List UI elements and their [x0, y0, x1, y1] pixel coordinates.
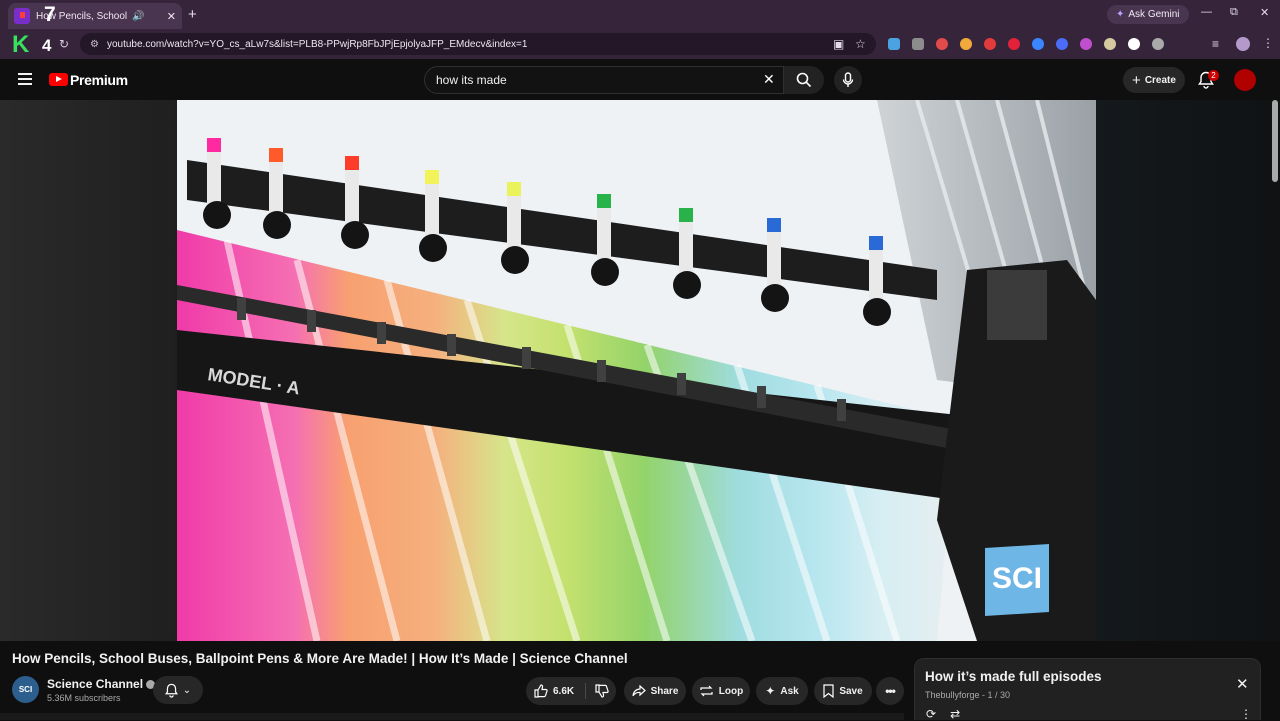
extension-icon[interactable]: [1128, 38, 1140, 50]
thumbs-down-icon: [595, 684, 609, 698]
reading-list-icon[interactable]: ≡: [1212, 37, 1219, 51]
subscription-bell-button[interactable]: ⌄: [153, 676, 203, 704]
playlist-shuffle-icon[interactable]: ⇄: [950, 707, 960, 721]
clear-search-icon[interactable]: ✕: [763, 71, 775, 88]
url-text: youtube.com/watch?v=YO_cs_aLw7s&list=PLB…: [106, 38, 528, 50]
video-frame-image: MODEL · A SCI: [177, 100, 1096, 641]
save-label: Save: [839, 685, 863, 697]
share-icon: [631, 685, 646, 697]
page-scrollbar-thumb[interactable]: [1272, 100, 1278, 182]
loop-button[interactable]: Loop: [692, 677, 750, 705]
thumbs-up-icon: [534, 684, 548, 698]
extension-icon[interactable]: [1032, 38, 1044, 50]
overlay-number-left: 4: [42, 36, 52, 55]
guide-menu-icon[interactable]: [18, 73, 32, 85]
bookmark-star-icon[interactable]: ☆: [855, 37, 866, 51]
playlist-panel: [914, 658, 1261, 720]
voice-search-button[interactable]: [834, 66, 862, 94]
search-icon: [796, 72, 812, 88]
playlist-loop-icon[interactable]: ⟳: [926, 707, 936, 721]
channel-avatar-text: SCI: [18, 685, 33, 694]
share-button[interactable]: Share: [624, 677, 686, 705]
ask-label: Ask: [780, 685, 799, 697]
create-button[interactable]: + Create: [1123, 67, 1185, 93]
extension-icon[interactable]: [888, 38, 900, 50]
bell-icon: [164, 683, 178, 698]
plus-icon: +: [1132, 71, 1141, 89]
sci-watermark: SCI: [992, 562, 1042, 595]
extension-icon[interactable]: [1152, 38, 1164, 50]
extension-icon[interactable]: [1080, 38, 1092, 50]
search-button[interactable]: [784, 66, 824, 94]
gemini-sparkle-icon: ✦: [1116, 9, 1125, 20]
site-info-icon[interactable]: ⚙: [90, 39, 99, 50]
reload-icon[interactable]: ↻: [59, 37, 69, 51]
player-ambient-right: [1096, 100, 1280, 641]
extension-icon[interactable]: [1104, 38, 1116, 50]
account-avatar[interactable]: [1234, 69, 1256, 91]
loop-icon: [700, 685, 713, 697]
new-tab-button[interactable]: +: [188, 6, 197, 23]
extension-icon[interactable]: [936, 38, 948, 50]
browser-menu-icon[interactable]: ⋮: [1262, 36, 1274, 50]
playlist-more-icon[interactable]: ⋮: [1240, 707, 1252, 721]
video-title: How Pencils, School Buses, Ballpoint Pen…: [12, 651, 628, 666]
playlist-meta: Thebullyforge - 1 / 30: [925, 690, 1011, 700]
like-divider: [585, 683, 586, 699]
youtube-logo-icon[interactable]: [49, 73, 68, 86]
tab-close-icon[interactable]: ✕: [167, 10, 176, 23]
overlay-number-top: 7: [44, 3, 56, 26]
more-horizontal-icon: •••: [885, 684, 896, 698]
extension-icon[interactable]: [960, 38, 972, 50]
tab-favicon-icon: [14, 8, 30, 24]
ask-button[interactable]: ✦ Ask: [756, 677, 808, 705]
ask-sparkle-icon: ✦: [765, 684, 776, 698]
extension-icon[interactable]: [1008, 38, 1020, 50]
microphone-icon: [842, 72, 854, 87]
description-box-edge: [0, 713, 904, 720]
ask-gemini-button[interactable]: ✦ Ask Gemini: [1107, 5, 1189, 24]
extension-icon[interactable]: [912, 38, 924, 50]
bookmark-icon: [823, 684, 834, 698]
cast-icon[interactable]: ▣: [833, 37, 844, 51]
playlist-close-icon[interactable]: ✕: [1236, 675, 1249, 693]
dislike-button[interactable]: [588, 677, 616, 705]
window-restore-button[interactable]: ⧉: [1230, 6, 1238, 19]
browser-profile-avatar[interactable]: [1236, 37, 1250, 51]
share-label: Share: [650, 685, 679, 697]
channel-avatar[interactable]: SCI: [12, 676, 39, 703]
extension-icon[interactable]: [984, 38, 996, 50]
browser-tab-active[interactable]: How Pencils, School Bus 🔊 ✕: [8, 3, 182, 29]
loop-label: Loop: [718, 685, 744, 697]
search-input-value: how its made: [436, 73, 507, 87]
playlist-controls: ⟳ ⇄: [926, 707, 960, 721]
notification-count-badge: 2: [1208, 70, 1219, 81]
extension-icon[interactable]: [1056, 38, 1068, 50]
overlay-k-logo: K: [12, 31, 30, 58]
window-close-button[interactable]: ✕: [1260, 6, 1269, 19]
address-bar[interactable]: ⚙ youtube.com/watch?v=YO_cs_aLw7s&list=P…: [80, 33, 876, 55]
like-count: 6.6K: [553, 685, 575, 697]
video-player[interactable]: MODEL · A SCI: [177, 100, 1096, 641]
like-button[interactable]: 6.6K: [534, 684, 574, 698]
playlist-title[interactable]: How it’s made full episodes: [925, 669, 1102, 684]
more-actions-button[interactable]: •••: [876, 677, 904, 705]
subscriber-count: 5.36M subscribers: [47, 693, 121, 703]
window-minimize-button[interactable]: —: [1201, 6, 1212, 18]
youtube-premium-label[interactable]: Premium: [70, 72, 128, 88]
channel-name[interactable]: Science Channel: [47, 677, 156, 691]
tab-audio-icon[interactable]: 🔊: [132, 11, 144, 22]
chevron-down-icon: ⌄: [182, 684, 192, 696]
ask-gemini-label: Ask Gemini: [1128, 9, 1180, 20]
search-input[interactable]: how its made: [424, 66, 784, 94]
create-label: Create: [1144, 74, 1176, 86]
channel-name-text: Science Channel: [47, 677, 144, 691]
save-button[interactable]: Save: [814, 677, 872, 705]
